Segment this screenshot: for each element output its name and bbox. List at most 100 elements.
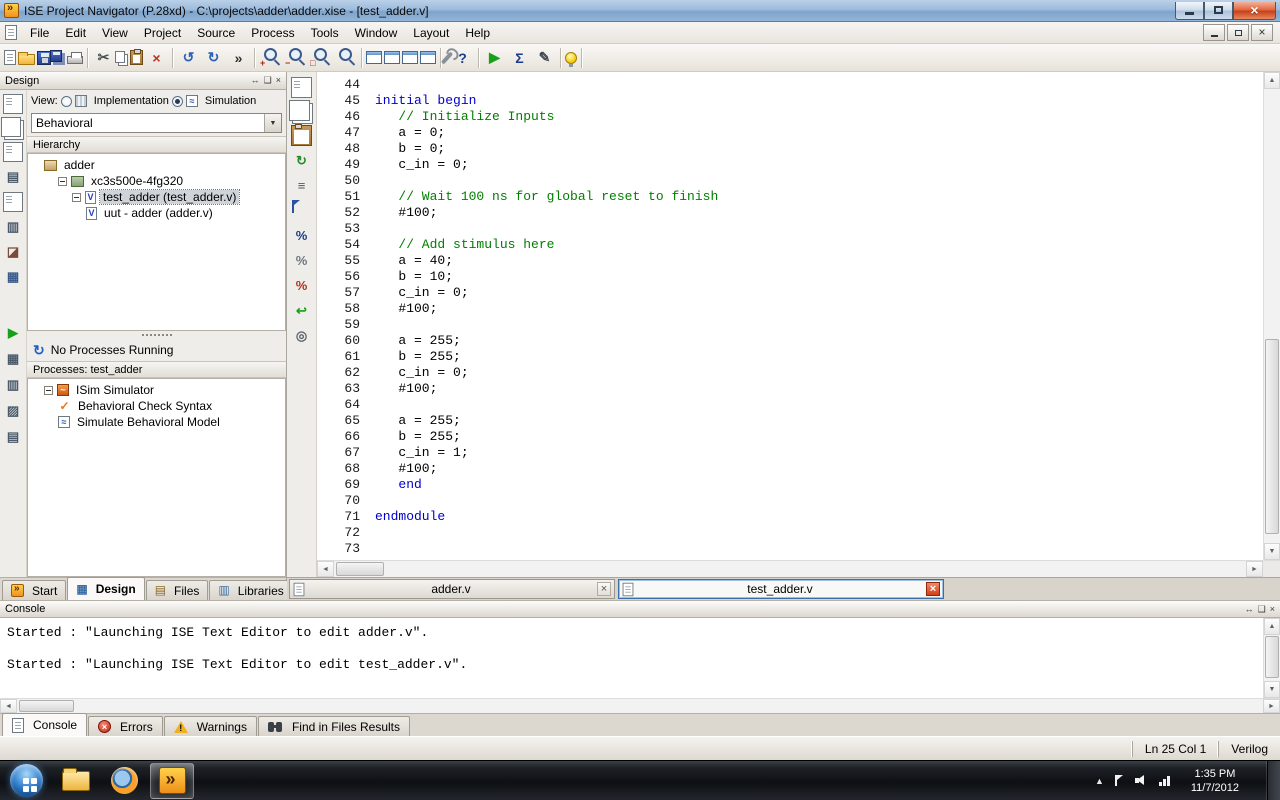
scrollbar-thumb[interactable]: [1265, 339, 1279, 534]
comment-icon[interactable]: %: [291, 225, 312, 246]
close-button[interactable]: [1233, 2, 1276, 20]
scroll-up-icon[interactable]: [1264, 72, 1280, 89]
console-vertical-scrollbar[interactable]: [1263, 618, 1280, 698]
panel-tab[interactable]: Libraries: [209, 580, 292, 600]
action-center-icon[interactable]: [1115, 775, 1124, 786]
uncomment-icon[interactable]: %: [291, 250, 312, 271]
bookmark-icon[interactable]: [291, 200, 312, 221]
libraries-panel-icon[interactable]: ▤: [3, 167, 23, 187]
tree-item[interactable]: uut - adder (adder.v): [44, 205, 285, 221]
tree-item[interactable]: Simulate Behavioral Model: [44, 414, 285, 430]
reports-panel-icon[interactable]: ▥: [3, 217, 23, 237]
ise-taskbar-button[interactable]: [150, 763, 194, 799]
scrollbar-thumb[interactable]: [336, 562, 384, 576]
undock-console-icon[interactable]: ↔: [1245, 604, 1254, 615]
run-process-icon[interactable]: ▶: [3, 323, 23, 343]
close-tab-icon[interactable]: [597, 582, 611, 596]
scroll-left-icon[interactable]: [0, 699, 17, 713]
tile-horizontal-icon[interactable]: [402, 51, 418, 64]
mdi-close-button[interactable]: [1251, 24, 1273, 41]
scroll-down-icon[interactable]: [1264, 681, 1280, 698]
menu-item[interactable]: Process: [243, 23, 302, 43]
editor-paste-icon[interactable]: [291, 125, 312, 146]
delete-icon[interactable]: ×: [145, 46, 168, 69]
new-window-icon[interactable]: [366, 51, 382, 64]
explorer-taskbar-button[interactable]: [54, 763, 98, 799]
new-document-icon[interactable]: [4, 50, 16, 65]
panel-tab[interactable]: Start: [2, 580, 66, 600]
chevron-down-icon[interactable]: [264, 114, 281, 132]
maximize-button[interactable]: [1204, 2, 1233, 20]
zoom-full-icon[interactable]: □: [309, 46, 332, 69]
menu-item[interactable]: Tools: [303, 23, 347, 43]
panel-splitter[interactable]: [27, 331, 286, 339]
close-console-icon[interactable]: ×: [1270, 604, 1275, 615]
snapshots-panel-icon[interactable]: [3, 142, 23, 162]
float-console-icon[interactable]: ❑: [1258, 604, 1266, 615]
console-tab[interactable]: Warnings: [164, 716, 257, 736]
options-panel-icon[interactable]: ▦: [3, 267, 23, 287]
tree-item[interactable]: ISim Simulator: [44, 382, 285, 398]
toolbar-overflow-icon[interactable]: »: [227, 46, 250, 69]
collapse-expander-icon[interactable]: [44, 386, 53, 395]
view-option[interactable]: Implementation: [61, 95, 169, 107]
process-report-icon[interactable]: ▤: [3, 427, 23, 447]
scroll-right-icon[interactable]: [1263, 699, 1280, 713]
menu-item[interactable]: Project: [136, 23, 189, 43]
taskbar-clock[interactable]: 1:35 PM 11/7/2012: [1182, 767, 1248, 795]
design-properties-icon[interactable]: ◪: [3, 242, 23, 262]
menu-item[interactable]: Layout: [405, 23, 457, 43]
show-hidden-icons-chevron[interactable]: [1095, 776, 1104, 786]
cut-icon[interactable]: ✂: [92, 46, 115, 69]
editor-vertical-scrollbar[interactable]: [1263, 72, 1280, 560]
run-icon[interactable]: ▶: [483, 46, 506, 69]
scroll-right-icon[interactable]: [1246, 561, 1263, 577]
files-panel-icon[interactable]: [1, 117, 21, 137]
zoom-in-icon[interactable]: +: [259, 46, 282, 69]
scroll-up-icon[interactable]: [1264, 618, 1280, 635]
menu-item[interactable]: Window: [347, 23, 406, 43]
panel-tab[interactable]: Design: [67, 577, 144, 600]
save-icon[interactable]: [37, 51, 51, 65]
remove-comment-icon[interactable]: %: [291, 275, 312, 296]
mdi-restore-button[interactable]: [1227, 24, 1249, 41]
start-button[interactable]: [0, 761, 52, 800]
smartxplorer-icon[interactable]: ✎: [533, 46, 556, 69]
console-tab[interactable]: Find in Files Results: [258, 716, 410, 736]
editor-horizontal-scrollbar[interactable]: [317, 560, 1280, 577]
view-option[interactable]: Simulation: [172, 95, 256, 107]
process-flow-icon[interactable]: ▨: [3, 401, 23, 421]
editor-refresh-icon[interactable]: ↻: [291, 150, 312, 171]
console-horizontal-scrollbar[interactable]: [0, 698, 1280, 713]
copy-icon[interactable]: [115, 51, 125, 63]
zoom-out-icon[interactable]: −: [284, 46, 307, 69]
panel-tab[interactable]: Files: [146, 580, 209, 600]
goto-line-icon[interactable]: ◎: [291, 325, 312, 346]
minimize-button[interactable]: [1175, 2, 1204, 20]
scroll-down-icon[interactable]: [1264, 543, 1280, 560]
sum-icon[interactable]: Σ: [508, 46, 531, 69]
menu-item[interactable]: Source: [189, 23, 243, 43]
editor-copy-icon[interactable]: [289, 100, 310, 121]
process-hierarchy-icon[interactable]: ▥: [3, 375, 23, 395]
tree-item[interactable]: xc3s500e-4fg320: [44, 173, 285, 189]
save-all-icon[interactable]: [50, 50, 62, 62]
document-tab[interactable]: test_adder.v: [618, 579, 944, 599]
radio-button[interactable]: [61, 96, 72, 107]
menu-item[interactable]: View: [94, 23, 136, 43]
console-tab[interactable]: Errors: [88, 716, 163, 736]
editor-page-icon[interactable]: [291, 77, 312, 98]
open-icon[interactable]: [18, 54, 35, 65]
volume-icon[interactable]: [1135, 775, 1148, 786]
firefox-taskbar-button[interactable]: [102, 763, 146, 799]
line-wrap-icon[interactable]: ≡: [291, 175, 312, 196]
network-icon[interactable]: [1159, 776, 1171, 786]
mdi-minimize-button[interactable]: [1203, 24, 1225, 41]
lightbulb-icon[interactable]: [565, 52, 577, 64]
tree-item[interactable]: adder: [44, 157, 285, 173]
close-tab-icon[interactable]: [926, 582, 940, 596]
redo-icon[interactable]: ↻: [202, 46, 225, 69]
go-back-icon[interactable]: ↩: [291, 300, 312, 321]
tile-vertical-icon[interactable]: [420, 51, 436, 64]
undock-panel-icon[interactable]: ↔: [251, 75, 260, 86]
